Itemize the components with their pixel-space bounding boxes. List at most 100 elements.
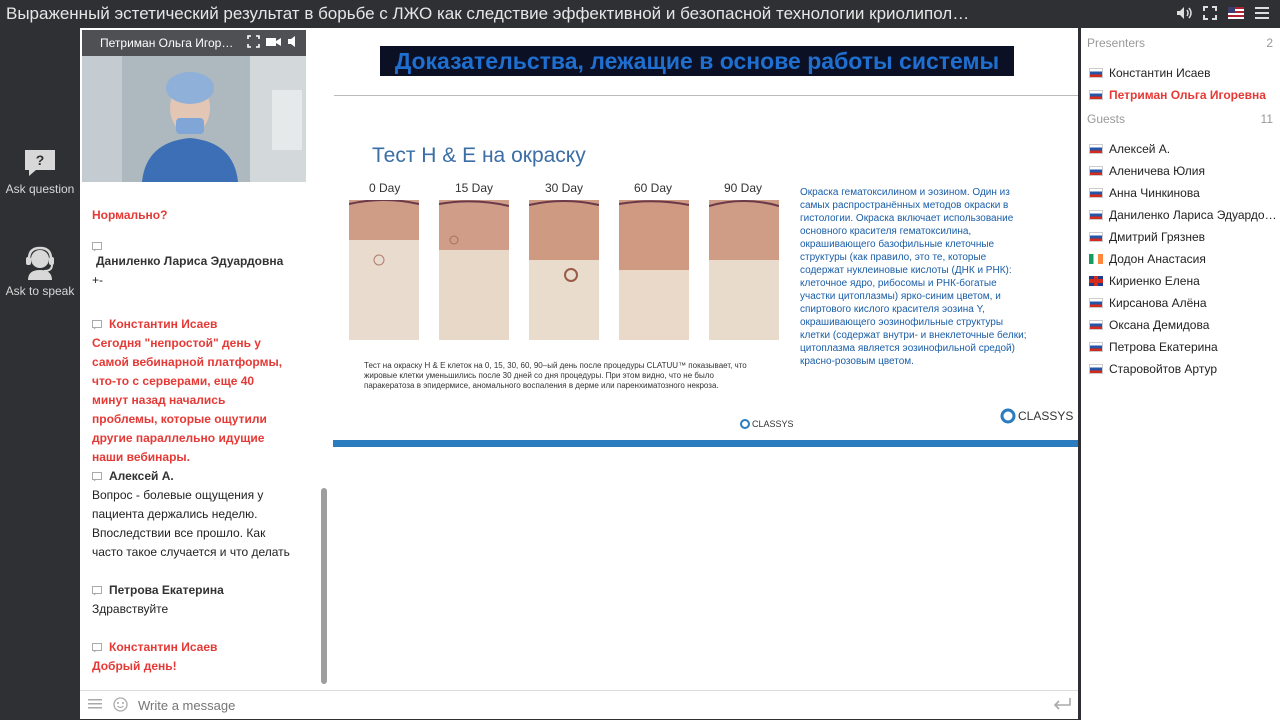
classys-logo-icon <box>1000 408 1016 424</box>
top-bar-icons <box>1176 5 1270 21</box>
day-label: 60 Day <box>634 181 673 195</box>
chat-message: Нормально? <box>92 206 292 225</box>
russia-flag-icon <box>1089 210 1103 220</box>
participant-item[interactable]: Кирсанова Алёна <box>1089 296 1275 310</box>
participant-item[interactable]: Додон Анастасия <box>1089 252 1275 266</box>
slide-caption: Тест на окраску H & E клеток на 0, 15, 3… <box>364 361 747 390</box>
chat-scrollbar[interactable] <box>321 488 327 684</box>
message-text: Здравствуйте <box>92 602 169 616</box>
chat-message: Петрова Екатерина Здравствуйте <box>92 581 292 619</box>
reply-icon[interactable] <box>92 642 103 653</box>
message-text: Вопрос - болевые ощущения у пациента дер… <box>92 488 290 559</box>
emoji-icon[interactable] <box>113 697 128 712</box>
participant-item[interactable]: Анна Чинкинова <box>1089 186 1275 200</box>
message-author: Константин Исаев <box>109 640 218 654</box>
message-text: +- <box>92 273 104 287</box>
participant-item[interactable]: Кириенко Елена <box>1089 274 1275 288</box>
message-text: Добрый день! <box>92 659 177 673</box>
russia-flag-icon <box>1089 364 1103 374</box>
participant-item[interactable]: Аленичева Юлия <box>1089 164 1275 178</box>
chat-message: Константин Исаев Сегодня "непростой" ден… <box>92 315 292 467</box>
slide-description: Окраска гематоксилином и эозином. Один и… <box>800 187 1027 367</box>
classys-logo-small: CLASSYS <box>740 419 794 429</box>
chat-message: Даниленко Лариса Эдуардовна +- <box>92 242 292 290</box>
slide-footer-bar <box>333 440 1078 447</box>
histology-image <box>709 200 779 340</box>
participant-name: Петриман Ольга Игоревна <box>1109 88 1266 102</box>
classys-logo-icon <box>740 419 750 429</box>
chat-panel: Петриман Ольга Игор… Нормально? Даниленк… <box>80 28 330 690</box>
slide-area: Доказательства, лежащие в основе работы … <box>330 28 1078 690</box>
guests-header: Guests 11 <box>1087 112 1273 126</box>
logo-text: CLASSYS <box>1018 409 1074 423</box>
day-label: 15 Day <box>455 181 494 195</box>
russia-flag-icon <box>1089 166 1103 176</box>
presenter-name: Петриман Ольга Игор… <box>100 36 234 50</box>
day-label: 90 Day <box>724 181 763 195</box>
russia-flag-icon <box>1089 90 1103 100</box>
message-text: Нормально? <box>92 208 168 222</box>
message-author-row: Алексей А. <box>92 467 292 486</box>
left-rail: ? Ask question Ask to speak <box>0 28 80 720</box>
message-text: Сегодня "непростой" день у самой вебинар… <box>92 336 283 464</box>
participant-item[interactable]: Константин Исаев <box>1089 66 1275 80</box>
participant-name: Аленичева Юлия <box>1109 164 1205 178</box>
presenters-count: 2 <box>1266 36 1273 50</box>
participant-name: Оксана Демидова <box>1109 318 1210 332</box>
participant-name: Петрова Екатерина <box>1109 340 1218 354</box>
participant-name: Константин Исаев <box>1109 66 1211 80</box>
fullscreen-icon[interactable] <box>1202 5 1218 21</box>
send-icon[interactable] <box>1052 697 1072 711</box>
speaker-icon[interactable] <box>287 35 300 48</box>
participant-item[interactable]: Петриман Ольга Игоревна <box>1089 88 1275 102</box>
participant-item[interactable]: Петрова Екатерина <box>1089 340 1275 354</box>
participant-item[interactable]: Дмитрий Грязнев <box>1089 230 1275 244</box>
presenters-label: Presenters <box>1087 36 1146 50</box>
volume-icon[interactable] <box>1176 5 1192 21</box>
day-label: 30 Day <box>545 181 584 195</box>
message-author: Алексей А. <box>109 469 174 483</box>
language-flag-icon[interactable] <box>1228 5 1244 21</box>
uk-flag-icon <box>1089 276 1103 286</box>
top-bar: Выраженный эстетический результат в борь… <box>0 0 1280 28</box>
russia-flag-icon <box>1089 188 1103 198</box>
participant-name: Кирсанова Алёна <box>1109 296 1207 310</box>
participant-item[interactable]: Алексей А. <box>1089 142 1275 156</box>
ask-question-button[interactable]: ? Ask question <box>0 148 80 196</box>
participant-item[interactable]: Оксана Демидова <box>1089 318 1275 332</box>
participant-name: Даниленко Лариса Эдуардо… <box>1109 208 1275 222</box>
classys-logo-large: CLASSYS <box>1000 408 1073 424</box>
participant-name: Дмитрий Грязнев <box>1109 230 1206 244</box>
participant-name: Кириенко Елена <box>1109 274 1200 288</box>
participant-item[interactable]: Старовойтов Артур <box>1089 362 1275 376</box>
video-header: Петриман Ольга Игор… <box>82 30 306 56</box>
reply-icon[interactable] <box>92 471 103 482</box>
message-author-row <box>92 242 292 252</box>
chat-message: Алексей А. Вопрос - болевые ощущения у п… <box>92 467 292 562</box>
histology-image <box>619 200 689 340</box>
message-author-row: Константин Исаев <box>92 638 292 657</box>
message-author: Даниленко Лариса Эдуардовна <box>96 254 284 268</box>
russia-flag-icon <box>1089 342 1103 352</box>
russia-flag-icon <box>1089 68 1103 78</box>
reply-icon[interactable] <box>92 585 103 596</box>
slide-title: Доказательства, лежащие в основе работы … <box>380 46 1014 76</box>
menu-icon[interactable] <box>1254 5 1270 21</box>
message-input[interactable] <box>136 695 1020 715</box>
message-author: Константин Исаев <box>109 317 218 331</box>
participant-item[interactable]: Даниленко Лариса Эдуардо… <box>1089 208 1275 222</box>
reply-icon[interactable] <box>92 242 103 252</box>
presenter-video[interactable]: Петриман Ольга Игор… <box>82 30 306 182</box>
reply-icon[interactable] <box>92 319 103 330</box>
camera-icon[interactable] <box>266 35 281 48</box>
guests-label: Guests <box>1087 112 1126 126</box>
histology-image <box>439 200 509 340</box>
message-author-row: Петрова Екатерина <box>92 581 292 600</box>
message-composer <box>80 690 1078 719</box>
list-icon[interactable] <box>88 697 102 711</box>
russia-flag-icon <box>1089 232 1103 242</box>
slide-subtitle: Тест H & E на окраску <box>372 144 586 167</box>
ireland-flag-icon <box>1089 254 1103 264</box>
ask-to-speak-button[interactable]: Ask to speak <box>0 246 80 298</box>
expand-icon[interactable] <box>247 35 260 48</box>
